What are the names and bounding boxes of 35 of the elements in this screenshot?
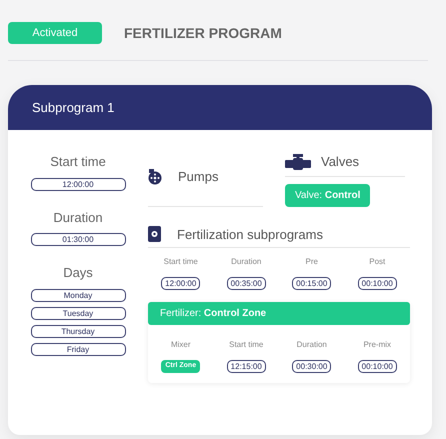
- valve-tag: Valve: Control: [285, 184, 370, 206]
- time-field: 00:30:00: [292, 360, 332, 373]
- time-field: 12:15:00: [226, 360, 266, 373]
- column-header: Pre: [304, 256, 319, 268]
- time-field: 00:10:00: [358, 360, 397, 373]
- column-header: Start time: [162, 256, 199, 268]
- section-title: Fertilization subprograms: [177, 226, 323, 244]
- time-field: Tuesday: [30, 306, 126, 320]
- valve-icon: [285, 154, 311, 170]
- time-field: 01:30:00: [30, 233, 126, 246]
- column-header: Mixer: [170, 339, 192, 351]
- time-field: 00:35:00: [226, 277, 266, 290]
- field-label: Days: [63, 264, 93, 282]
- column-header: Start time: [228, 339, 264, 351]
- time-field: 00:15:00: [292, 277, 332, 290]
- fertilizer-title: Fertilizer: Control Zone: [160, 307, 266, 321]
- page-title: FERTILIZER PROGRAM: [124, 24, 282, 42]
- field-label: Start time: [50, 153, 106, 171]
- section-title: Valves: [321, 153, 360, 171]
- time-field: Thursday: [30, 324, 126, 338]
- card-title: Subprogram 1: [32, 98, 114, 117]
- status-badge: Activated: [8, 22, 102, 44]
- column-header: Duration: [296, 339, 328, 351]
- time-field: Monday: [30, 288, 126, 302]
- time-field: 12:00:00: [161, 277, 200, 290]
- time-field: 00:10:00: [358, 277, 397, 290]
- field-label: Duration: [53, 208, 103, 226]
- column-header: Post: [368, 256, 386, 268]
- section-title: Pumps: [178, 168, 218, 186]
- fertilizer-bag-icon: [148, 226, 161, 242]
- pump-icon: [148, 168, 162, 185]
- column-header: Pre-mix: [362, 339, 392, 351]
- time-field: 12:00:00: [30, 178, 126, 190]
- time-field: Friday: [30, 342, 126, 356]
- column-header: Duration: [230, 256, 262, 268]
